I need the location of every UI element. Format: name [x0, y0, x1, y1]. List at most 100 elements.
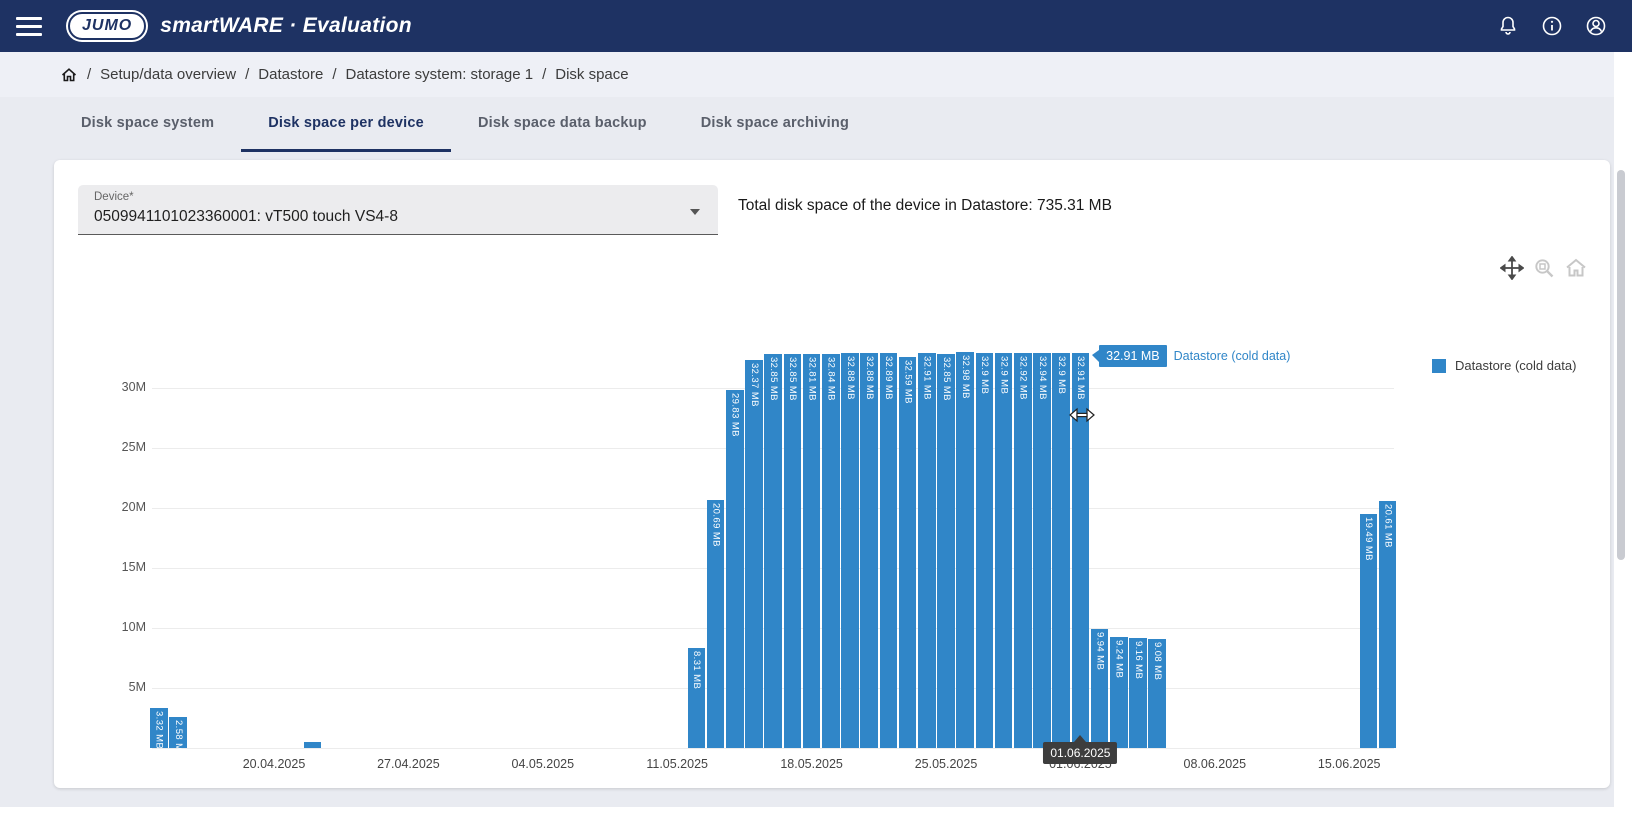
bottom-strip — [0, 807, 1632, 819]
jumo-logo: JUMO — [68, 12, 146, 40]
x-axis-tick-label: 18.05.2025 — [752, 757, 872, 771]
bar[interactable]: 9.24 MB — [1110, 637, 1128, 748]
bar-value-label: 32.85 MB — [788, 357, 798, 401]
bar-value-label: 20.69 MB — [711, 503, 721, 547]
bar-value-label: 32.98 MB — [960, 355, 970, 399]
bar[interactable]: 19.49 MB — [1360, 514, 1378, 748]
y-axis-tick-label: 5M — [54, 680, 146, 694]
bar-value-label: 32.91 MB — [922, 356, 932, 400]
bar[interactable]: 29.83 MB — [726, 390, 744, 748]
tab-disk-space-data-backup[interactable]: Disk space data backup — [451, 97, 674, 152]
legend-item-datastore-cold-data[interactable]: Datastore (cold data) — [1432, 358, 1576, 373]
bar-value-label: 32.9 MB — [1056, 356, 1066, 394]
scrollbar-thumb[interactable] — [1617, 170, 1625, 560]
breadcrumb-item-datastore-system[interactable]: Datastore system: storage 1 — [345, 66, 533, 83]
home-icon[interactable] — [60, 66, 78, 84]
tab-bar: Disk space system Disk space per device … — [0, 97, 1632, 152]
bar[interactable]: 32.37 MB — [745, 360, 763, 748]
legend-label: Datastore (cold data) — [1455, 358, 1576, 373]
bar[interactable] — [304, 742, 322, 748]
bar[interactable]: 9.94 MB — [1091, 629, 1109, 748]
bar-chart-plot-area: 5M10M15M20M25M30M20.04.202527.04.202504.… — [54, 160, 1610, 788]
bar[interactable]: 32.89 MB — [880, 353, 898, 748]
vertical-scrollbar[interactable] — [1614, 52, 1632, 819]
bar[interactable]: 3.32 MB — [150, 708, 168, 748]
x-axis-tick-label: 27.04.2025 — [348, 757, 468, 771]
bar[interactable]: 32.92 MB — [1014, 353, 1032, 748]
bar[interactable]: 32.9 MB — [995, 353, 1013, 748]
bar[interactable]: 32.85 MB — [784, 354, 802, 748]
bar[interactable]: 32.85 MB — [764, 354, 782, 748]
menu-icon[interactable] — [16, 17, 42, 36]
bar-value-label: 32.85 MB — [768, 357, 778, 401]
bar[interactable]: 32.9 MB — [1052, 353, 1070, 748]
x-axis-tick-label: 04.05.2025 — [483, 757, 603, 771]
tooltip-caret-icon — [1092, 350, 1099, 362]
x-axis-tick-label: 08.06.2025 — [1155, 757, 1275, 771]
bar[interactable]: 32.91 MB — [918, 353, 936, 748]
breadcrumb: / Setup/data overview / Datastore / Data… — [0, 52, 1632, 97]
x-axis-tick-label: 20.04.2025 — [214, 757, 334, 771]
x-axis-tick-label: 25.05.2025 — [886, 757, 1006, 771]
x-axis-tick-label: 15.06.2025 — [1289, 757, 1409, 771]
tab-disk-space-system[interactable]: Disk space system — [54, 97, 241, 152]
gridline — [152, 748, 1394, 749]
bar-value-label: 9.94 MB — [1095, 632, 1105, 670]
breadcrumb-item-disk-space[interactable]: Disk space — [555, 66, 628, 83]
x-axis-tick-label: 11.05.2025 — [617, 757, 737, 771]
breadcrumb-separator: / — [542, 66, 546, 83]
bar-value-label: 32.92 MB — [1018, 356, 1028, 400]
breadcrumb-separator: / — [332, 66, 336, 83]
bar-value-label: 3.32 MB — [154, 711, 164, 749]
bar[interactable]: 32.98 MB — [956, 352, 974, 748]
bar[interactable]: 20.69 MB — [707, 500, 725, 748]
y-axis-tick-label: 15M — [54, 560, 146, 574]
bar[interactable]: 9.16 MB — [1129, 638, 1147, 748]
bar-value-label: 32.91 MB — [1076, 356, 1086, 400]
breadcrumb-item-datastore[interactable]: Datastore — [258, 66, 323, 83]
tab-disk-space-archiving[interactable]: Disk space archiving — [674, 97, 876, 152]
bar[interactable]: 9.08 MB — [1148, 639, 1166, 748]
bar-value-label: 32.37 MB — [749, 363, 759, 407]
bar-value-label: 32.84 MB — [826, 357, 836, 401]
bar[interactable]: 32.59 MB — [899, 357, 917, 748]
bar-value-label: 2.58 MB — [173, 720, 183, 758]
breadcrumb-separator: / — [245, 66, 249, 83]
bar[interactable]: 2.58 MB — [169, 717, 187, 748]
y-axis-tick-label: 10M — [54, 620, 146, 634]
bar[interactable]: 20.61 MB — [1379, 501, 1397, 748]
bar-value-label: 9.24 MB — [1114, 640, 1124, 678]
bar-value-label: 32.9 MB — [980, 356, 990, 394]
legend-swatch — [1432, 359, 1446, 373]
bar-value-label: 32.85 MB — [941, 357, 951, 401]
bar-value-label: 32.89 MB — [884, 356, 894, 400]
bar[interactable]: 32.88 MB — [860, 353, 878, 748]
hover-tooltip-series: Datastore (cold data) — [1174, 349, 1291, 363]
breadcrumb-separator: / — [87, 66, 91, 83]
bar[interactable]: 8.31 MB — [688, 648, 706, 748]
bar-value-label: 32.81 MB — [807, 357, 817, 401]
bar[interactable]: 32.9 MB — [976, 353, 994, 748]
app-title: smartWARE · Evaluation — [160, 14, 412, 38]
bar-value-label: 32.88 MB — [864, 356, 874, 400]
tab-disk-space-per-device[interactable]: Disk space per device — [241, 97, 451, 152]
breadcrumb-item-setup-data-overview[interactable]: Setup/data overview — [100, 66, 236, 83]
bar-value-label: 29.83 MB — [730, 393, 740, 437]
bar-value-label: 8.31 MB — [692, 651, 702, 689]
bar-value-label: 20.61 MB — [1383, 504, 1393, 548]
bar[interactable]: 32.85 MB — [937, 354, 955, 748]
info-icon[interactable] — [1540, 14, 1564, 38]
bar-value-label: 19.49 MB — [1364, 517, 1374, 561]
bell-icon[interactable] — [1496, 14, 1520, 38]
account-icon[interactable] — [1584, 14, 1608, 38]
bar[interactable]: 32.94 MB — [1033, 353, 1051, 748]
bar[interactable]: 32.81 MB — [803, 354, 821, 748]
bar-value-label: 32.59 MB — [903, 360, 913, 404]
bar-value-label: 32.9 MB — [999, 356, 1009, 394]
bar[interactable]: 32.88 MB — [841, 353, 859, 748]
bar-value-label: 9.08 MB — [1152, 642, 1162, 680]
bar-value-label: 32.94 MB — [1037, 356, 1047, 400]
bar[interactable]: 32.84 MB — [822, 354, 840, 748]
y-axis-tick-label: 30M — [54, 380, 146, 394]
hover-tooltip-value: 32.91 MB — [1099, 345, 1167, 367]
